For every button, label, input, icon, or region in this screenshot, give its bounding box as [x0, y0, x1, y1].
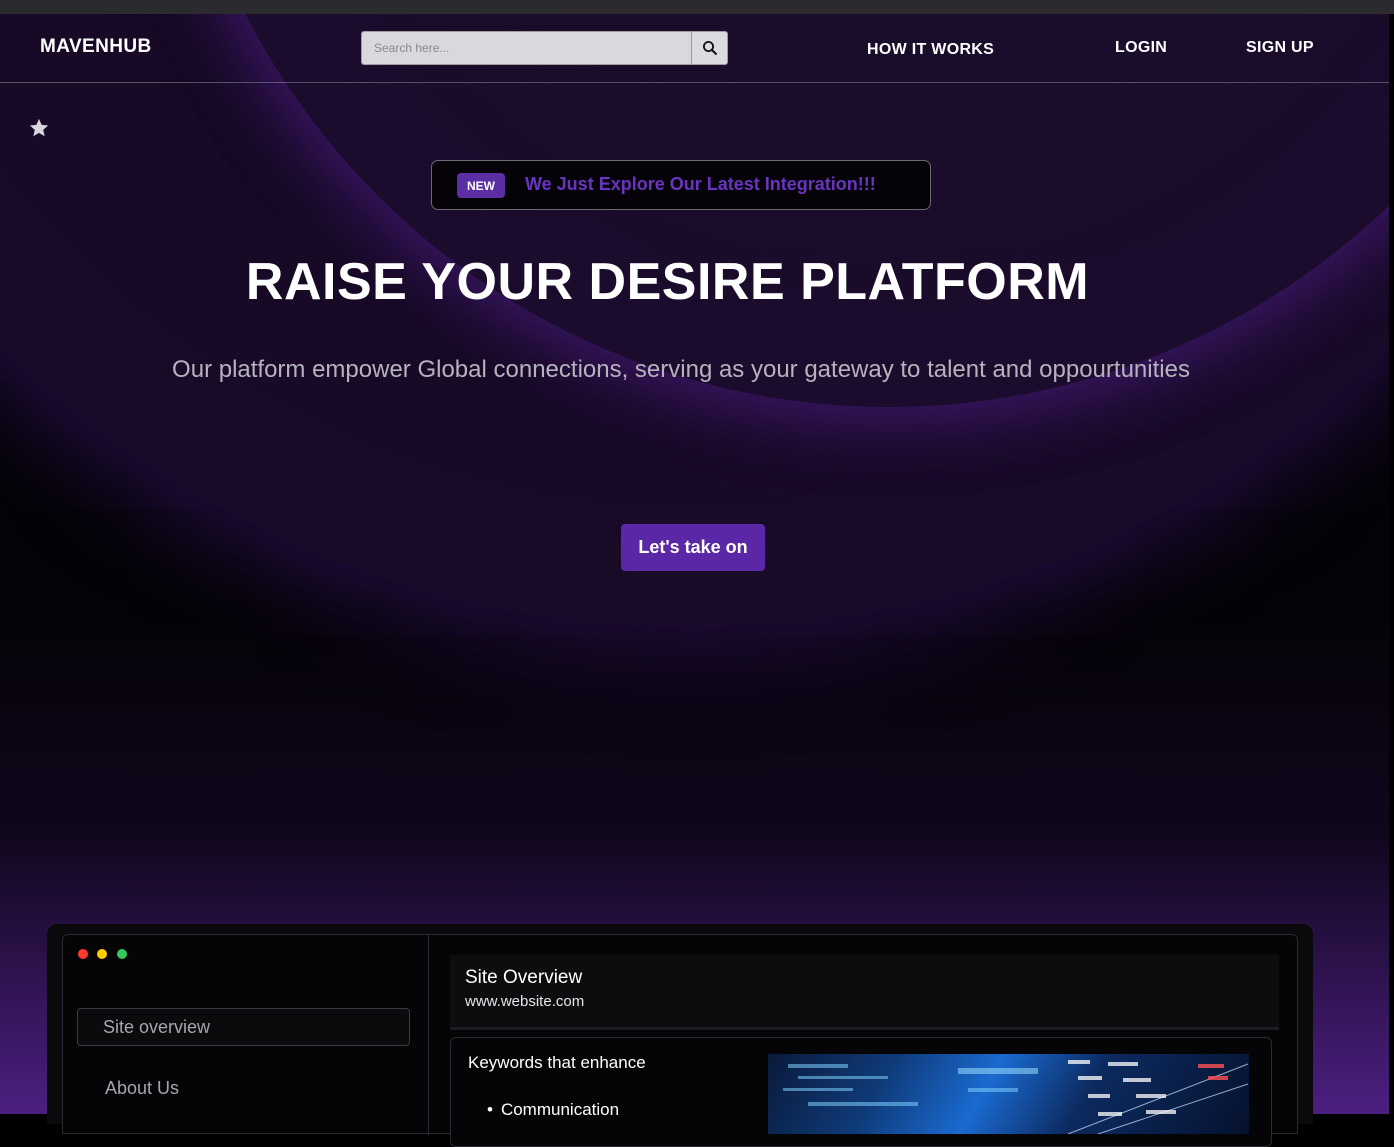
keyword-item: • Communication	[487, 1100, 619, 1120]
site-overview-header: Site Overview www.website.com	[450, 955, 1279, 1030]
search-icon	[702, 41, 717, 56]
nav-login[interactable]: LOGIN	[1115, 39, 1167, 57]
search-bar	[361, 31, 728, 65]
site-overview-title: Site Overview	[465, 967, 583, 988]
bullet-icon: •	[487, 1100, 493, 1119]
minimize-dot-icon[interactable]	[97, 949, 107, 959]
new-badge: NEW	[457, 173, 505, 198]
top-navbar: MAVENHUB HOW IT WORKS LOGIN SIGN UP	[0, 14, 1389, 83]
preview-window: Site overview About Us Site Overview www…	[62, 934, 1298, 1147]
announcement-text: We Just Explore Our Latest Integration!!…	[525, 174, 876, 194]
sidebar-item-site-overview[interactable]: Site overview	[77, 1008, 410, 1046]
dashboard-preview: Site overview About Us Site Overview www…	[47, 924, 1313, 1147]
maximize-dot-icon[interactable]	[117, 949, 127, 959]
nav-signup[interactable]: SIGN UP	[1246, 39, 1314, 57]
star-icon[interactable]	[28, 117, 50, 139]
search-button[interactable]	[691, 32, 727, 64]
keywords-title: Keywords that enhance	[468, 1053, 646, 1072]
sidebar-divider	[428, 935, 429, 1135]
nav-how-it-works[interactable]: HOW IT WORKS	[867, 41, 994, 59]
hero-title: RAISE YOUR DESIRE PLATFORM	[245, 253, 1090, 311]
data-screen-graphic	[783, 1060, 1249, 1134]
search-input[interactable]	[362, 32, 692, 64]
keyword-item-label: Communication	[500, 1100, 620, 1119]
keywords-card: Keywords that enhance • Communication	[450, 1037, 1272, 1147]
close-dot-icon[interactable]	[78, 949, 88, 959]
brand-logo[interactable]: MAVENHUB	[40, 36, 152, 58]
hero-subtitle: Our platform empower Global connections,…	[172, 356, 1190, 383]
announcement-banner[interactable]: NEW We Just Explore Our Latest Integrati…	[431, 160, 931, 210]
sidebar-item-about-us[interactable]: About Us	[105, 1078, 179, 1099]
cta-button[interactable]: Let's take on	[621, 524, 765, 571]
site-url[interactable]: www.website.com	[465, 993, 584, 1010]
window-top-strip	[0, 0, 1394, 14]
data-screen-image	[768, 1054, 1249, 1134]
